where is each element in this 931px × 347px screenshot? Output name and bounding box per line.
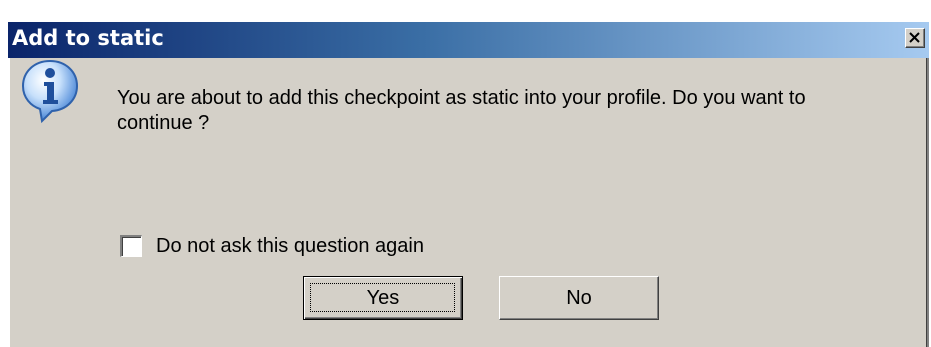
- yes-button-label: Yes: [366, 286, 400, 309]
- dont-ask-again-option[interactable]: Do not ask this question again: [120, 232, 424, 260]
- close-button[interactable]: [905, 28, 925, 48]
- close-icon: [909, 32, 920, 43]
- no-button-label: No: [566, 286, 592, 309]
- title-bar[interactable]: Add to static: [8, 22, 929, 58]
- dont-ask-again-checkbox[interactable]: [120, 235, 142, 257]
- yes-button[interactable]: Yes: [303, 276, 463, 320]
- dialog-title: Add to static: [12, 26, 164, 50]
- dialog-message: You are about to add this checkpoint as …: [117, 87, 806, 134]
- no-button[interactable]: No: [499, 276, 659, 320]
- info-icon: [20, 58, 80, 124]
- dont-ask-again-label[interactable]: Do not ask this question again: [156, 235, 424, 258]
- dialog-window: [8, 22, 929, 347]
